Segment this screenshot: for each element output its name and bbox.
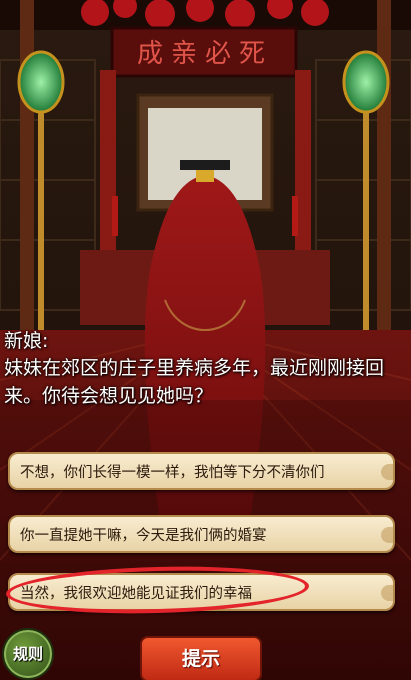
- rules-button[interactable]: 规则: [2, 628, 54, 680]
- choice-tab-decoration: [381, 464, 393, 480]
- choice-label: 你一直提她干嘛，今天是我们俩的婚宴: [20, 528, 267, 544]
- speaker-name: 新娘:: [4, 330, 49, 352]
- hint-button[interactable]: 提示: [140, 636, 262, 680]
- choice-label: 不想，你们长得一模一样，我怕等下分不清你们: [20, 465, 325, 481]
- choice-option-2[interactable]: 你一直提她干嘛，今天是我们俩的婚宴: [8, 515, 395, 553]
- game-scene: 成亲必死 新娘: 妹妹在郊区的庄子里养病多年，最近刚刚接回来。你待会想见见她吗？…: [0, 0, 411, 680]
- dialogue-text: 妹妹在郊区的庄子里养病多年，最近刚刚接回来。你待会想见见她吗？: [4, 357, 385, 407]
- choice-tab-decoration: [381, 527, 393, 543]
- banner-calligraphy: 成亲必死: [137, 39, 273, 69]
- choice-option-1[interactable]: 不想，你们长得一模一样，我怕等下分不清你们: [8, 452, 395, 490]
- choice-tab-decoration: [381, 585, 393, 601]
